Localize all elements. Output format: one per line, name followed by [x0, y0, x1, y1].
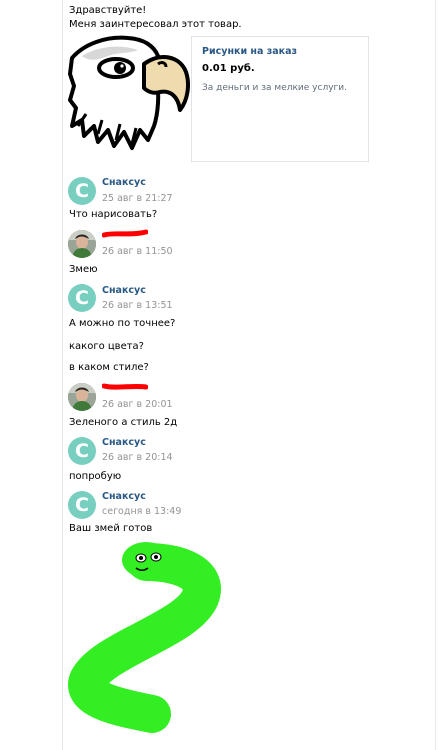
redacted-author-mark — [102, 229, 148, 238]
message-author-link[interactable]: Снаксус — [102, 177, 146, 188]
message-time[interactable]: 26 авг в 20:01 — [102, 399, 173, 410]
avatar-letter: С — [75, 287, 89, 309]
avatar-letter: С — [75, 494, 89, 516]
message-time[interactable]: 25 авг в 21:27 — [102, 193, 173, 204]
product-price: 0.01 руб. — [202, 63, 255, 74]
message-time[interactable]: 26 авг в 20:14 — [102, 452, 173, 463]
message-text: какого цвета? — [69, 341, 144, 352]
message-text: попробую — [69, 471, 122, 482]
message-time[interactable]: 26 авг в 13:51 — [102, 300, 173, 311]
product-description: За деньги и за мелкие услуги. — [202, 83, 347, 93]
redacted-author-mark — [102, 383, 148, 390]
avatar-snaksus[interactable]: С — [68, 491, 96, 519]
message-text: Что нарисовать? — [69, 209, 158, 220]
user-photo-avatar[interactable] — [68, 230, 96, 258]
greeting-text: Здравствуйте! — [69, 5, 147, 16]
eagle-product-image[interactable] — [68, 34, 190, 164]
avatar-letter: С — [75, 440, 89, 462]
message-author-link[interactable]: Снаксус — [102, 285, 146, 296]
avatar-snaksus[interactable]: С — [68, 177, 96, 205]
message-time[interactable]: 26 авг в 11:50 — [102, 246, 173, 257]
avatar-snaksus[interactable]: С — [68, 284, 96, 312]
message-text: А можно по точнее? — [69, 318, 176, 329]
message-author-link[interactable]: Снаксус — [102, 437, 146, 448]
avatar-letter: С — [75, 180, 89, 202]
message-text: Зеленого а стиль 2д — [69, 417, 178, 428]
message-author-link[interactable]: Снаксус — [102, 491, 146, 502]
message-text: Ваш змей готов — [69, 523, 153, 534]
message-time[interactable]: сегодня в 13:49 — [102, 506, 181, 517]
interest-text: Меня заинтересовал этот товар. — [69, 19, 242, 30]
user-photo-avatar[interactable] — [68, 383, 96, 411]
message-text: в каком стиле? — [69, 362, 149, 373]
product-title-link[interactable]: Рисунки на заказ — [202, 46, 297, 57]
message-text: Змею — [69, 264, 98, 275]
snake-drawing-image[interactable] — [62, 540, 222, 740]
product-card[interactable]: Рисунки на заказ 0.01 руб. За деньги и з… — [191, 36, 369, 162]
avatar-snaksus[interactable]: С — [68, 437, 96, 465]
right-divider — [435, 0, 436, 750]
